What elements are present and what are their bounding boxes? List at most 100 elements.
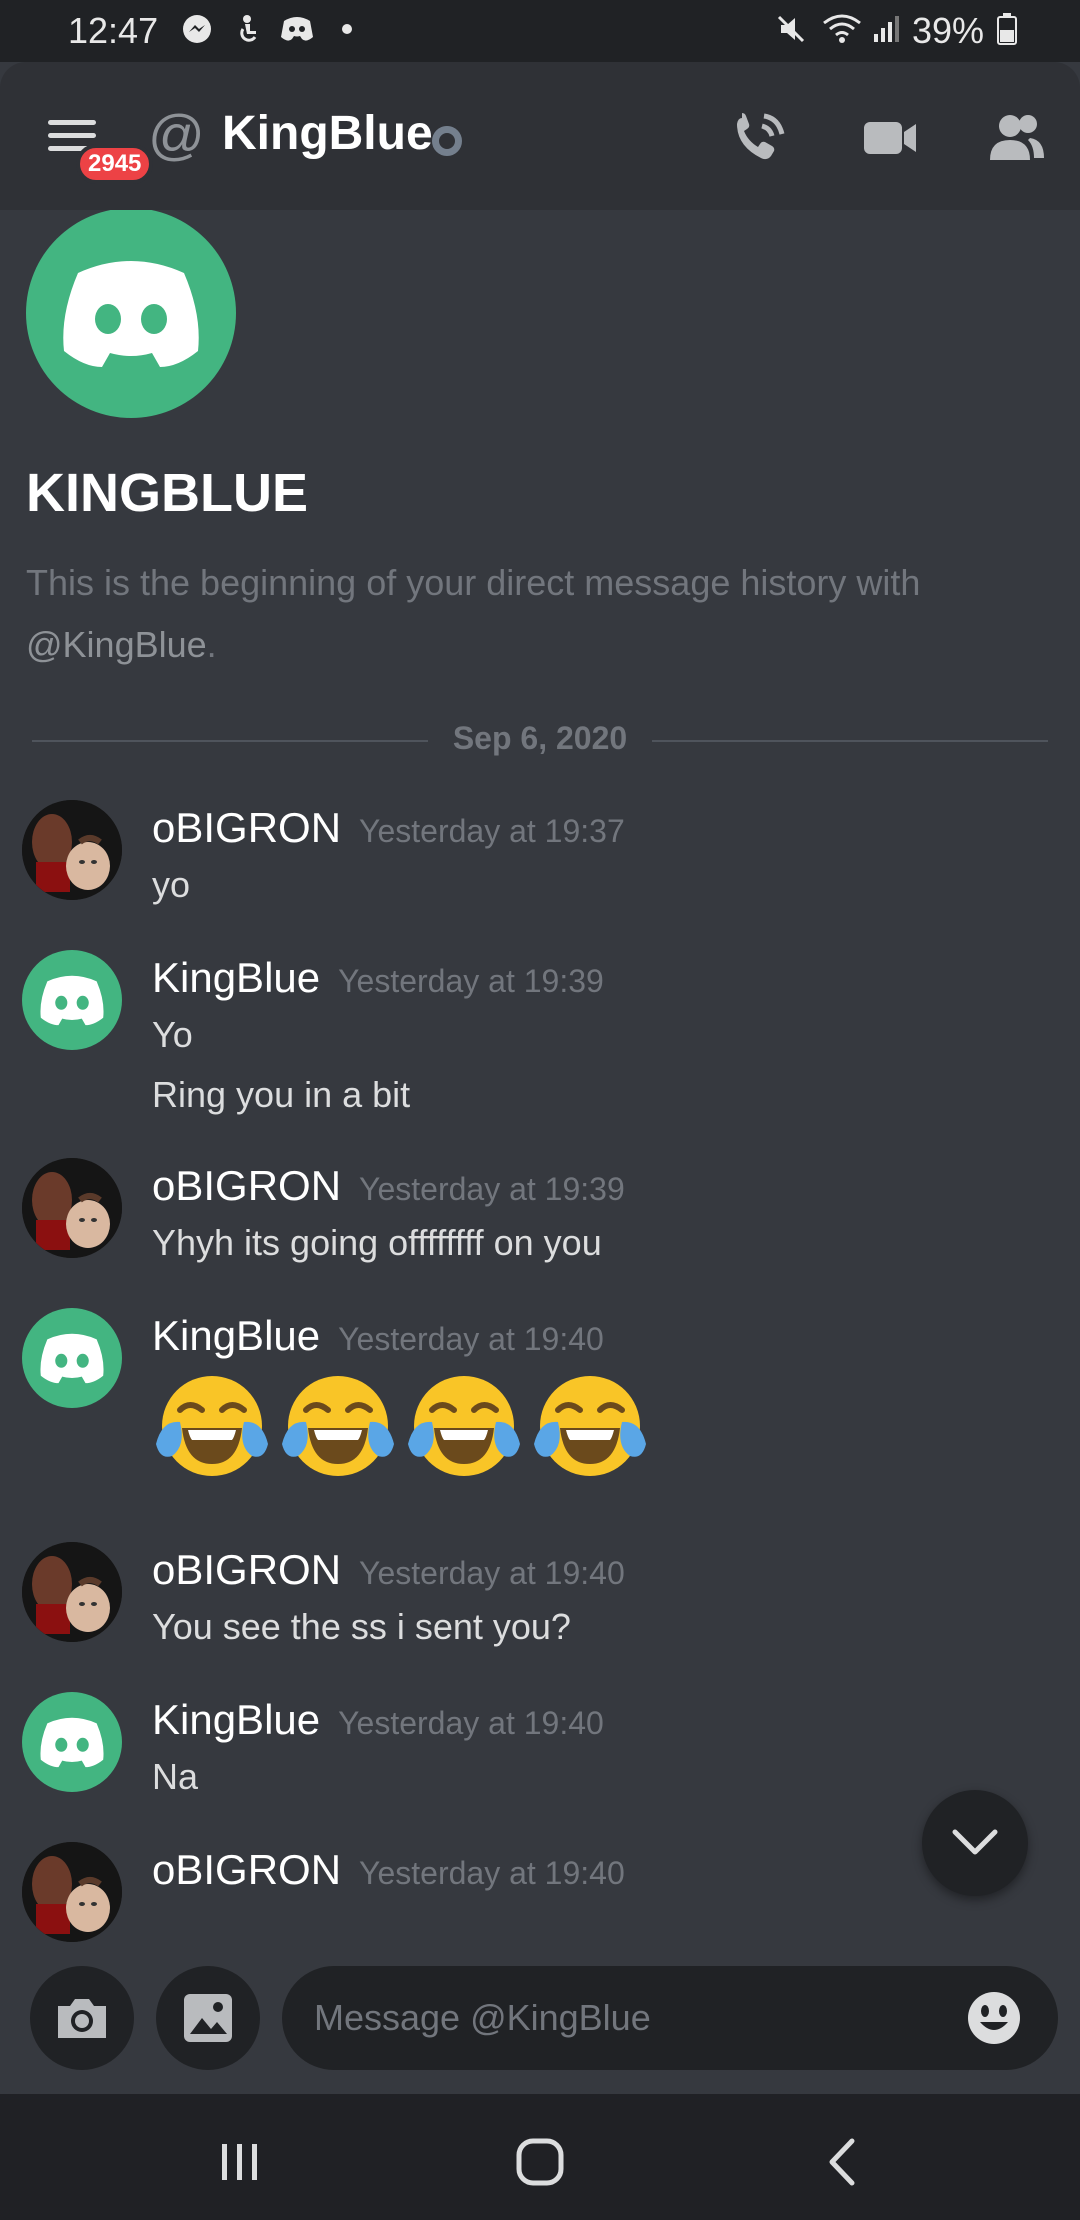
message-author[interactable]: oBIGRON Yesterday at 19:39	[152, 1162, 625, 1210]
message-author[interactable]: KingBlue Yesterday at 19:40	[152, 1696, 604, 1744]
author-name[interactable]: oBIGRON	[152, 1846, 341, 1893]
message-content: You see the ss i sent you?	[152, 1606, 571, 1647]
smiley-icon	[968, 1992, 1020, 2044]
message-author[interactable]: KingBlue Yesterday at 19:40	[152, 1312, 604, 1360]
voice-call-icon[interactable]	[730, 110, 790, 166]
message-item[interactable]: oBIGRON Yesterday at 19:40 You see the ss …	[0, 1542, 1080, 1692]
message-item[interactable]: KingBlue Yesterday at 19:40 Na	[0, 1692, 1080, 1842]
at-icon: @	[148, 103, 205, 166]
face-with-tears-of-joy-icon	[156, 1376, 268, 1476]
message-content: Na	[152, 1756, 199, 1797]
dm-intro-text: This is the beginning of your direct mes…	[26, 552, 1026, 676]
status-time: 12:47	[68, 10, 159, 51]
intro-description: This is the beginning of your direct mes…	[26, 562, 921, 603]
message-content: Yo	[152, 1014, 193, 1055]
intro-period: .	[206, 624, 217, 665]
message-avatar[interactable]	[22, 1158, 122, 1258]
author-name[interactable]: oBIGRON	[152, 1162, 341, 1209]
back-button[interactable]	[812, 2132, 872, 2192]
message-content: Yhyh its going offffffff on you	[152, 1222, 602, 1263]
battery-icon	[990, 12, 1024, 46]
discord-logo-icon	[40, 975, 104, 1026]
intro-mention[interactable]: @KingBlue	[26, 624, 207, 665]
message-content: Ring you in a bit	[152, 1074, 411, 1115]
recent-apps-button[interactable]	[210, 2132, 270, 2192]
user-photo	[22, 1842, 122, 1942]
message-avatar[interactable]	[22, 800, 122, 900]
emoji-message	[150, 1366, 654, 1490]
message-avatar[interactable]	[22, 1542, 122, 1642]
message-item[interactable]: KingBlue Yesterday at 19:40	[0, 1308, 1080, 1476]
emoji-picker-button[interactable]	[966, 1990, 1022, 2046]
message-avatar[interactable]	[22, 1308, 122, 1408]
messenger-icon	[180, 12, 214, 46]
message-timestamp: Yesterday at 19:39	[359, 1171, 625, 1207]
message-timestamp: Yesterday at 19:39	[338, 963, 604, 999]
author-name[interactable]: oBIGRON	[152, 1546, 341, 1593]
discord-status-icon	[280, 12, 314, 46]
members-icon[interactable]	[986, 110, 1046, 166]
battery-percent: 39%	[912, 10, 985, 51]
message-author[interactable]: KingBlue Yesterday at 19:39	[152, 954, 604, 1002]
message-author[interactable]: oBIGRON Yesterday at 19:40	[152, 1546, 625, 1594]
dm-title: KINGBLUE	[26, 463, 308, 523]
home-icon	[516, 2138, 564, 2186]
discord-logo-icon	[40, 1333, 104, 1384]
status-bar: 12:47 39%	[0, 0, 1080, 62]
camera-button[interactable]	[30, 1966, 134, 2070]
accessibility-icon	[230, 12, 264, 46]
gallery-button[interactable]	[156, 1966, 260, 2070]
message-item[interactable]: KingBlue Yesterday at 19:39 Yo Ring you in …	[0, 950, 1080, 1115]
user-photo	[22, 1542, 122, 1642]
message-author[interactable]: oBIGRON Yesterday at 19:37	[152, 804, 625, 852]
signal-icon	[870, 12, 904, 46]
offline-status-icon	[432, 126, 462, 156]
dm-avatar	[26, 210, 236, 418]
jump-to-present-button[interactable]	[922, 1790, 1028, 1896]
face-with-tears-of-joy-icon	[534, 1376, 646, 1476]
date-divider-label: Sep 6, 2020	[452, 720, 628, 756]
message-item[interactable]: oBIGRON Yesterday at 19:37 yo	[0, 800, 1080, 950]
system-nav-bar	[0, 2094, 1080, 2220]
message-author[interactable]: oBIGRON Yesterday at 19:40	[152, 1846, 625, 1894]
message-item[interactable]: oBIGRON Yesterday at 19:39 Yhyh its going …	[0, 1158, 1080, 1308]
author-name[interactable]: KingBlue	[152, 954, 320, 1001]
user-photo	[22, 800, 122, 900]
message-list[interactable]: KINGBLUE This is the beginning of your d…	[0, 210, 1080, 1960]
home-button[interactable]	[510, 2132, 570, 2192]
chevron-down-icon	[952, 1829, 998, 1855]
video-call-icon[interactable]	[860, 110, 920, 166]
image-icon	[184, 1994, 232, 2042]
discord-logo-icon	[40, 1717, 104, 1768]
app-screen: 12:47 39% 2945 @ KingBlue KINGBLUE This …	[0, 0, 1080, 2220]
user-photo	[22, 1158, 122, 1258]
message-composer	[0, 1960, 1080, 2094]
author-name[interactable]: KingBlue	[152, 1312, 320, 1359]
channel-header: 2945 @ KingBlue	[0, 62, 1080, 210]
mention-count-badge: 2945	[76, 144, 154, 184]
message-input[interactable]	[282, 1966, 1058, 2070]
author-name[interactable]: KingBlue	[152, 1696, 320, 1743]
message-avatar[interactable]	[22, 950, 122, 1050]
face-with-tears-of-joy-icon	[282, 1376, 394, 1476]
wifi-icon	[820, 12, 864, 46]
author-name[interactable]: oBIGRON	[152, 804, 341, 851]
recent-apps-icon	[222, 2144, 257, 2180]
message-timestamp: Yesterday at 19:40	[359, 1855, 625, 1891]
message-timestamp: Yesterday at 19:40	[338, 1321, 604, 1357]
mute-icon	[774, 12, 808, 46]
message-content: yo	[152, 864, 191, 905]
dot-icon	[330, 12, 364, 46]
message-avatar[interactable]	[22, 1842, 122, 1942]
message-avatar[interactable]	[22, 1692, 122, 1792]
discord-logo-icon	[63, 261, 199, 367]
back-icon	[829, 2138, 855, 2186]
message-item[interactable]: oBIGRON Yesterday at 19:40	[0, 1842, 1080, 1960]
channel-title[interactable]: KingBlue	[222, 106, 433, 161]
message-timestamp: Yesterday at 19:40	[338, 1705, 604, 1741]
camera-icon	[58, 1999, 106, 2038]
date-divider: Sep 6, 2020	[32, 720, 1048, 762]
face-with-tears-of-joy-icon	[408, 1376, 520, 1476]
message-timestamp: Yesterday at 19:37	[359, 813, 625, 849]
message-timestamp: Yesterday at 19:40	[359, 1555, 625, 1591]
